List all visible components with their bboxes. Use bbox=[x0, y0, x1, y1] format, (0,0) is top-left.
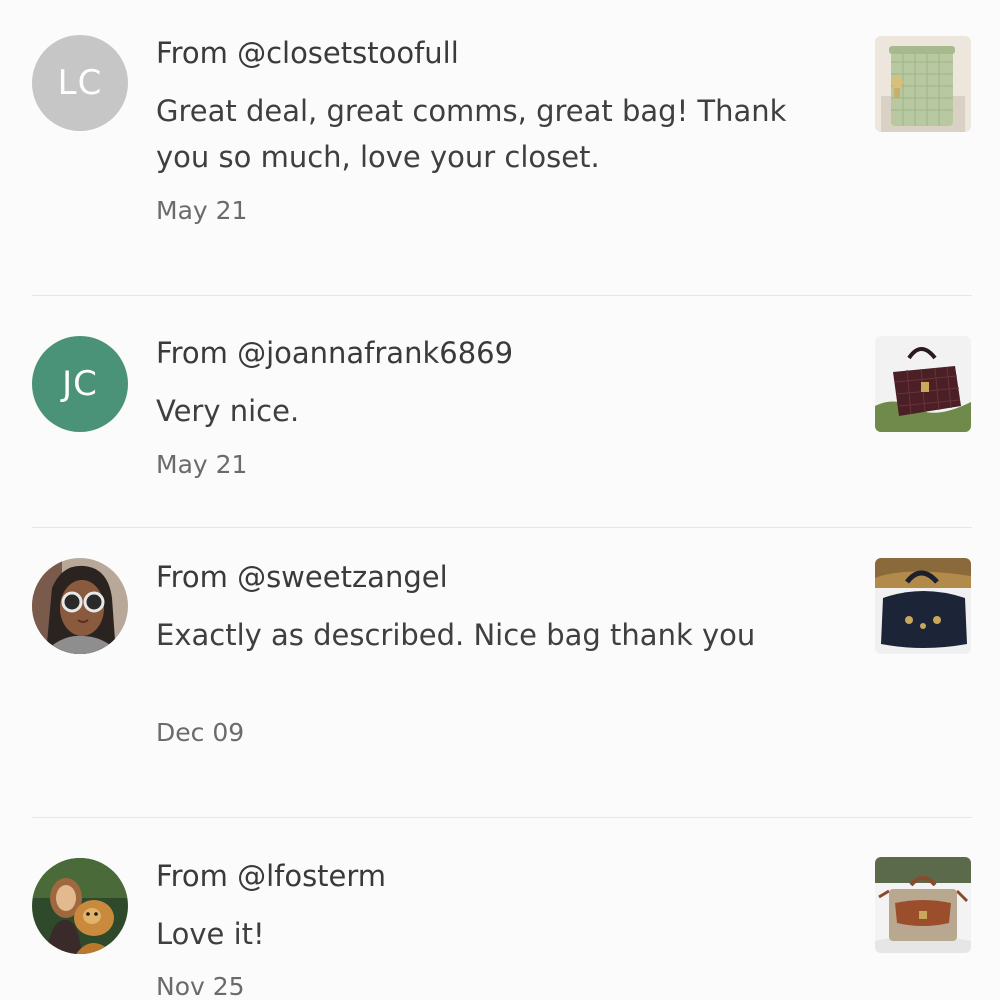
divider bbox=[32, 295, 972, 296]
review-author[interactable]: From @lfosterm bbox=[156, 859, 386, 893]
taupe-leather-bag-image bbox=[875, 857, 971, 953]
burgundy-croc-bag-image bbox=[875, 336, 971, 432]
divider bbox=[32, 527, 972, 528]
review-date: Dec 09 bbox=[156, 718, 245, 747]
reviews-feed: LC From @closetstoofull Great deal, grea… bbox=[0, 0, 1000, 1000]
review-author[interactable]: From @sweetzangel bbox=[156, 560, 448, 594]
navy-leather-bag-image bbox=[875, 558, 971, 654]
listing-thumbnail[interactable] bbox=[875, 558, 971, 654]
avatar[interactable]: JC bbox=[32, 336, 128, 432]
review-date: May 21 bbox=[156, 196, 248, 225]
avatar[interactable] bbox=[32, 858, 128, 954]
review-message: Great deal, great comms, great bag! Than… bbox=[156, 94, 787, 174]
review-message: Very nice. bbox=[156, 394, 300, 428]
listing-thumbnail[interactable] bbox=[875, 857, 971, 953]
review-author[interactable]: From @joannafrank6869 bbox=[156, 336, 513, 370]
review-date: Nov 25 bbox=[156, 972, 245, 1000]
avatar[interactable] bbox=[32, 558, 128, 654]
woman-with-sunglasses-photo bbox=[32, 558, 128, 654]
green-croc-bag-image bbox=[875, 36, 971, 132]
avatar-initials: JC bbox=[62, 364, 98, 404]
review-message: Exactly as described. Nice bag thank you bbox=[156, 618, 756, 652]
listing-thumbnail[interactable] bbox=[875, 36, 971, 132]
review-message: Love it! bbox=[156, 917, 265, 951]
divider bbox=[32, 817, 972, 818]
avatar-initials: LC bbox=[57, 63, 103, 103]
avatar[interactable]: LC bbox=[32, 35, 128, 131]
listing-thumbnail[interactable] bbox=[875, 336, 971, 432]
review-date: May 21 bbox=[156, 450, 248, 479]
woman-with-dog-photo bbox=[32, 858, 128, 954]
review-author[interactable]: From @closetstoofull bbox=[156, 36, 459, 70]
